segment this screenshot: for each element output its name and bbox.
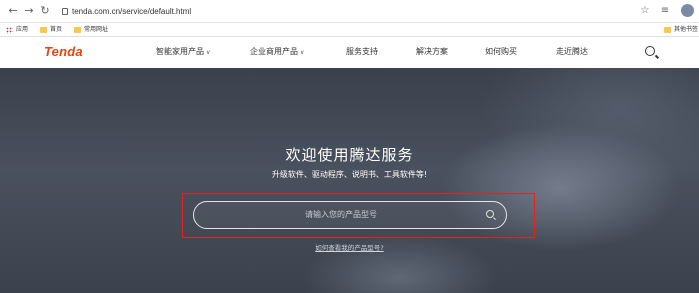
forward-icon[interactable]: →: [22, 4, 36, 18]
bookmark-home[interactable]: 首页: [40, 23, 62, 37]
folder-icon: [40, 27, 47, 33]
hero-subtitle: 升级软件、驱动程序、说明书、工具软件等!: [271, 170, 428, 179]
url-field[interactable]: tenda.com.cn/service/default.html: [62, 4, 191, 19]
nav-home-products[interactable]: 智能家用产品 ∨: [156, 46, 210, 59]
bookmark-label: 常用网址: [84, 27, 109, 33]
nav-service-support[interactable]: 服务支持: [346, 46, 378, 58]
nav-about[interactable]: 走近腾达: [556, 46, 588, 58]
address-bar: ← → ↻ tenda.com.cn/service/default.html …: [0, 0, 699, 23]
nav-business-products[interactable]: 企业商用产品 ∨: [250, 46, 304, 59]
apps-grid-icon: [6, 26, 13, 34]
media-icon[interactable]: ≡: [658, 4, 672, 18]
nav-label: 企业商用产品: [250, 47, 298, 56]
url-text[interactable]: tenda.com.cn/service/default.html: [72, 7, 191, 16]
bookmark-other[interactable]: 其他书签: [664, 23, 698, 37]
search-icon[interactable]: [645, 46, 655, 56]
bookmark-common[interactable]: 常用网址: [74, 23, 108, 37]
bookmark-label: 其他书签: [674, 27, 699, 33]
chevron-down-icon: ∨: [206, 49, 211, 56]
help-link[interactable]: 如何查看我的产品型号?: [0, 242, 699, 252]
back-icon[interactable]: ←: [6, 4, 20, 18]
bookmark-label: 首页: [50, 27, 63, 33]
hero-title: 欢迎使用腾达服务: [285, 146, 414, 164]
nav-label: 智能家用产品: [156, 47, 204, 56]
bookmark-apps[interactable]: 应用: [6, 23, 28, 37]
reload-icon[interactable]: ↻: [38, 4, 52, 18]
bookmarks-bar: 应用 首页 常用网址 其他书签: [0, 23, 699, 37]
folder-icon: [74, 27, 81, 33]
chevron-down-icon: ∨: [300, 49, 305, 56]
nav-solutions[interactable]: 解决方案: [416, 46, 448, 58]
site-header: Tenda 智能家用产品 ∨ 企业商用产品 ∨ 服务支持 解决方案 如何购买 走近腾…: [0, 37, 699, 68]
lock-icon: [62, 8, 68, 15]
product-search: [193, 201, 507, 229]
folder-icon: [664, 27, 671, 33]
search-icon[interactable]: [486, 210, 494, 218]
tenda-logo[interactable]: Tenda: [44, 44, 83, 59]
browser-window: ← → ↻ tenda.com.cn/service/default.html …: [0, 0, 699, 293]
hero-banner: 欢迎使用腾达服务 升级软件、驱动程序、说明书、工具软件等! 如何查看我的产品型号…: [0, 68, 699, 293]
nav-how-to-buy[interactable]: 如何购买: [485, 46, 517, 58]
product-search-input[interactable]: [206, 202, 476, 227]
star-icon[interactable]: ☆: [638, 4, 652, 18]
profile-avatar[interactable]: [681, 4, 694, 17]
bookmark-label: 应用: [16, 27, 29, 33]
